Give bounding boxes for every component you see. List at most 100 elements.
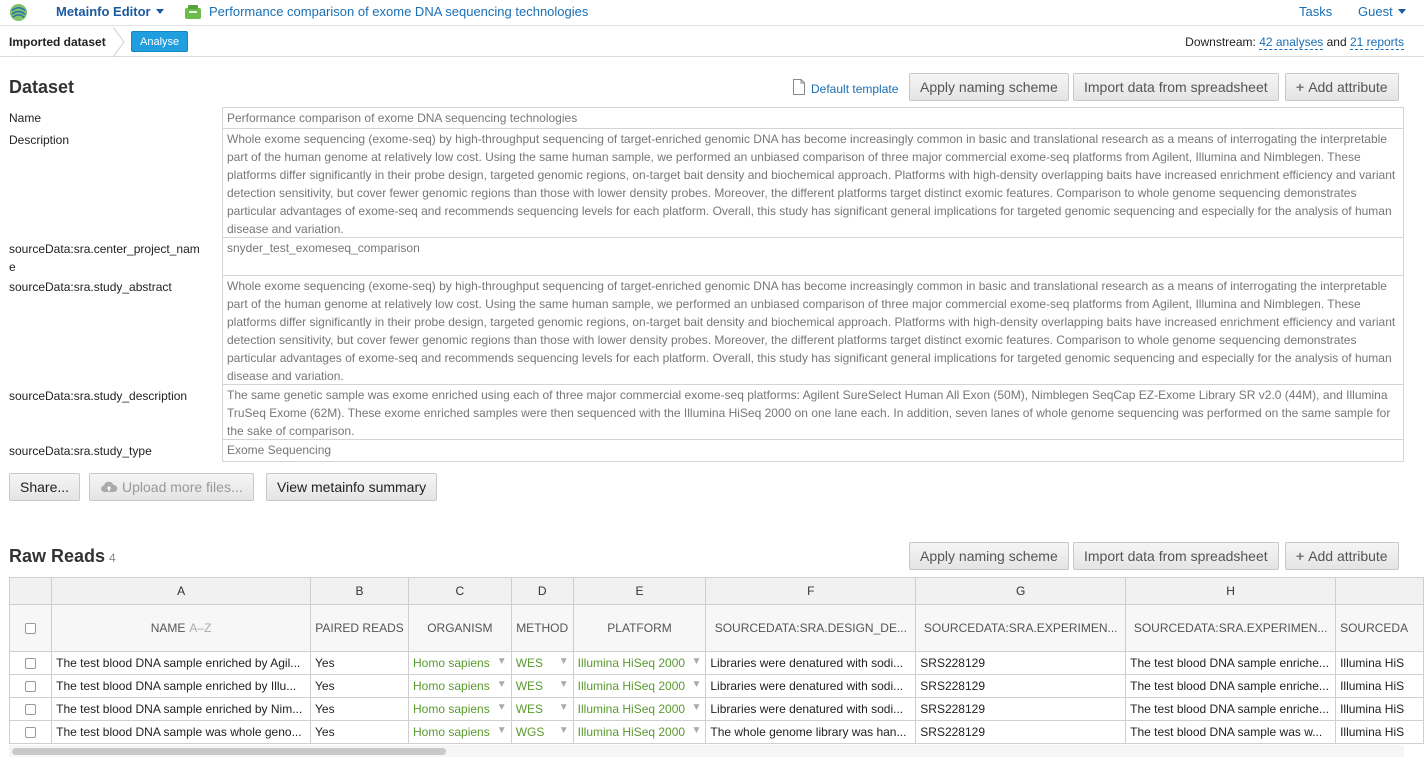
dropdown-arrow-icon[interactable]: ▼ [497, 702, 507, 713]
cell-sourcedata[interactable]: Illumina HiS [1335, 697, 1424, 721]
cell-experiment-1[interactable]: SRS228129 [915, 720, 1127, 744]
analyse-tab-button[interactable]: Analyse [131, 31, 189, 52]
default-template-link[interactable]: Default template [793, 79, 898, 96]
column-letter[interactable]: B [310, 577, 410, 605]
cell-organism[interactable]: Homo sapiens ▼ [408, 720, 512, 744]
column-header-organism[interactable]: ORGANISM [408, 604, 512, 652]
cell-experiment-2[interactable]: The test blood DNA sample was w... [1125, 720, 1337, 744]
sort-hint[interactable]: A–Z [189, 621, 211, 635]
column-letter[interactable] [1335, 577, 1424, 605]
row-checkbox[interactable] [25, 704, 37, 716]
cell-experiment-2[interactable]: The test blood DNA sample enriche... [1125, 697, 1337, 721]
reports-link[interactable]: 21 reports [1349, 35, 1404, 50]
cell-paired-reads[interactable]: Yes [310, 697, 410, 721]
raw-reads-import-spreadsheet-button[interactable]: Import data from spreadsheet [1073, 542, 1279, 570]
cell-design-description[interactable]: Libraries were denatured with sodi... [705, 674, 917, 698]
import-spreadsheet-button[interactable]: Import data from spreadsheet [1073, 73, 1279, 101]
raw-reads-add-attribute-button[interactable]: + Add attribute [1285, 542, 1399, 570]
horizontal-scrollbar-thumb[interactable] [12, 748, 446, 755]
column-header-design-description[interactable]: SOURCEDATA:SRA.DESIGN_DE... [705, 604, 917, 652]
column-letter[interactable]: A [51, 577, 312, 605]
cell-method[interactable]: WES ▼ [511, 697, 574, 721]
upload-more-files-button[interactable]: Upload more files... [89, 473, 254, 501]
column-header-experiment-2[interactable]: SOURCEDATA:SRA.EXPERIMEN... [1125, 604, 1337, 652]
column-letter[interactable]: F [705, 577, 917, 605]
user-menu-dropdown[interactable]: Guest [1358, 4, 1406, 19]
dropdown-arrow-icon[interactable]: ▼ [497, 656, 507, 667]
attr-value-name[interactable]: Performance comparison of exome DNA sequ… [222, 107, 1404, 129]
cell-design-description[interactable]: Libraries were denatured with sodi... [705, 697, 917, 721]
cell-platform[interactable]: Illumina HiSeq 2000 ▼ [573, 720, 707, 744]
cell-method[interactable]: WES ▼ [511, 674, 574, 698]
dropdown-arrow-icon[interactable]: ▼ [691, 656, 701, 667]
cell-sourcedata[interactable]: Illumina HiS [1335, 720, 1424, 744]
cell-platform[interactable]: Illumina HiSeq 2000 ▼ [573, 651, 707, 675]
cell-experiment-2[interactable]: The test blood DNA sample enriche... [1125, 674, 1337, 698]
cell-paired-reads[interactable]: Yes [310, 651, 410, 675]
column-letter[interactable]: C [408, 577, 512, 605]
column-header-name-label: NAME [150, 621, 186, 635]
project-title-link[interactable]: Performance comparison of exome DNA sequ… [209, 4, 588, 19]
column-letter[interactable]: G [915, 577, 1127, 605]
cell-name[interactable]: The test blood DNA sample enriched by Ag… [51, 651, 312, 675]
cell-experiment-1[interactable]: SRS228129 [915, 674, 1127, 698]
column-letter[interactable]: H [1125, 577, 1337, 605]
cell-design-description[interactable]: Libraries were denatured with sodi... [705, 651, 917, 675]
cell-experiment-2[interactable]: The test blood DNA sample enriche... [1125, 651, 1337, 675]
cell-name[interactable]: The test blood DNA sample enriched by Ni… [51, 697, 312, 721]
dropdown-arrow-icon[interactable]: ▼ [691, 702, 701, 713]
analyses-link[interactable]: 42 analyses [1259, 35, 1324, 50]
view-metainfo-summary-button[interactable]: View metainfo summary [266, 473, 438, 501]
share-button[interactable]: Share... [9, 473, 81, 501]
dropdown-arrow-icon[interactable]: ▼ [559, 725, 569, 736]
row-checkbox[interactable] [25, 681, 37, 693]
column-header-row: NAME A–Z PAIRED READS ORGANISM METHOD PLA… [10, 604, 1424, 652]
cell-organism[interactable]: Homo sapiens ▼ [408, 697, 512, 721]
cell-sourcedata[interactable]: Illumina HiS [1335, 674, 1424, 698]
cell-sourcedata[interactable]: Illumina HiS [1335, 651, 1424, 675]
dropdown-arrow-icon[interactable]: ▼ [497, 679, 507, 690]
cell-experiment-1[interactable]: SRS228129 [915, 697, 1127, 721]
cell-paired-reads[interactable]: Yes [310, 720, 410, 744]
cell-experiment-1[interactable]: SRS228129 [915, 651, 1127, 675]
attr-value-description[interactable]: Whole exome sequencing (exome-seq) by hi… [222, 128, 1404, 238]
tasks-link[interactable]: Tasks [1299, 4, 1332, 19]
attr-value-study-abstract[interactable]: Whole exome sequencing (exome-seq) by hi… [222, 275, 1404, 385]
column-letter[interactable]: D [511, 577, 574, 605]
cell-organism[interactable]: Homo sapiens ▼ [408, 674, 512, 698]
dropdown-arrow-icon[interactable]: ▼ [497, 725, 507, 736]
cell-paired-reads[interactable]: Yes [310, 674, 410, 698]
dropdown-arrow-icon[interactable]: ▼ [691, 679, 701, 690]
attr-value-study-description[interactable]: The same genetic sample was exome enrich… [222, 384, 1404, 440]
column-header-platform[interactable]: PLATFORM [573, 604, 707, 652]
app-logo-icon[interactable] [9, 3, 28, 22]
column-header-experiment-1[interactable]: SOURCEDATA:SRA.EXPERIMEN... [915, 604, 1127, 652]
cell-design-description[interactable]: The whole genome library was han... [705, 720, 917, 744]
attr-value-center-project-name[interactable]: snyder_test_exomeseq_comparison [222, 237, 1404, 277]
dropdown-arrow-icon[interactable]: ▼ [559, 656, 569, 667]
apply-naming-scheme-button[interactable]: Apply naming scheme [909, 73, 1069, 101]
cell-method[interactable]: WGS ▼ [511, 720, 574, 744]
column-header-sourcedata[interactable]: SOURCEDA [1335, 604, 1424, 652]
cell-method[interactable]: WES ▼ [511, 651, 574, 675]
add-attribute-button[interactable]: + Add attribute [1285, 73, 1399, 101]
column-header-paired-reads[interactable]: PAIRED READS [310, 604, 410, 652]
row-checkbox[interactable] [25, 658, 37, 670]
cell-platform[interactable]: Illumina HiSeq 2000 ▼ [573, 697, 707, 721]
column-letter[interactable]: E [573, 577, 707, 605]
cell-platform[interactable]: Illumina HiSeq 2000 ▼ [573, 674, 707, 698]
dropdown-arrow-icon[interactable]: ▼ [559, 702, 569, 713]
breadcrumb-imported-dataset[interactable]: Imported dataset [9, 35, 106, 49]
attr-value-study-type[interactable]: Exome Sequencing [222, 439, 1404, 462]
row-checkbox[interactable] [25, 727, 37, 739]
cell-name[interactable]: The test blood DNA sample enriched by Il… [51, 674, 312, 698]
cell-organism[interactable]: Homo sapiens ▼ [408, 651, 512, 675]
dropdown-arrow-icon[interactable]: ▼ [691, 725, 701, 736]
app-menu-dropdown[interactable]: Metainfo Editor [56, 4, 164, 19]
select-all-checkbox[interactable] [25, 623, 37, 635]
cell-name[interactable]: The test blood DNA sample was whole geno… [51, 720, 312, 744]
column-header-name[interactable]: NAME A–Z [51, 604, 312, 652]
dropdown-arrow-icon[interactable]: ▼ [559, 679, 569, 690]
raw-reads-apply-naming-scheme-button[interactable]: Apply naming scheme [909, 542, 1069, 570]
column-header-method[interactable]: METHOD [511, 604, 574, 652]
